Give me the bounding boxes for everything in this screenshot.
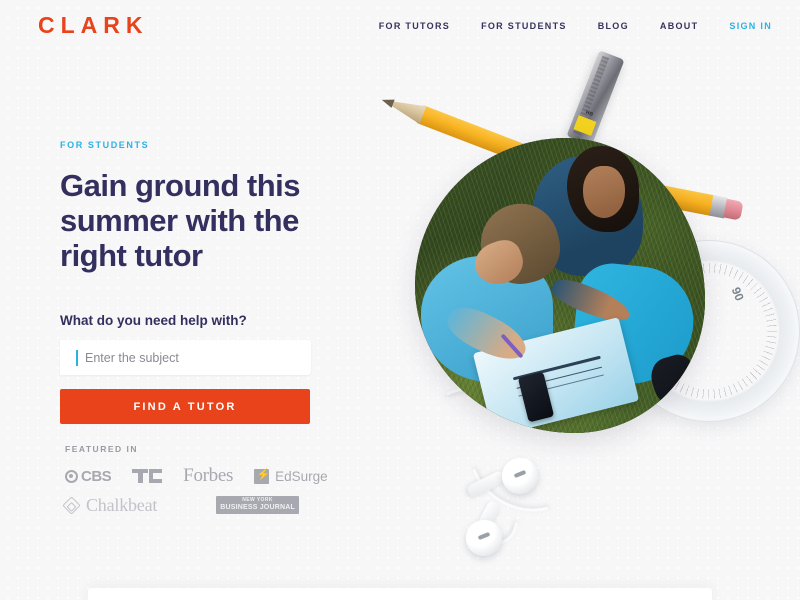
nav-item-blog[interactable]: BLOG	[598, 21, 629, 31]
protractor-degree-label: 90	[728, 285, 747, 303]
next-section-card	[88, 588, 712, 600]
featured-logo-row-2: Chalkbeat NEW YORK BUSINESS JOURNAL	[62, 494, 365, 516]
nybj-label-top: NEW YORK	[242, 496, 273, 503]
page-root: CLARK FOR TUTORS FOR STUDENTS BLOG ABOUT…	[0, 0, 800, 600]
logo-cbs[interactable]: CBS	[65, 467, 112, 485]
logo-new-york-business-journal[interactable]: NEW YORK BUSINESS JOURNAL	[216, 495, 299, 515]
pencil-wood-cone	[386, 93, 426, 124]
nav-item-about[interactable]: ABOUT	[660, 21, 699, 31]
logo-chalkbeat[interactable]: Chalkbeat	[62, 494, 158, 516]
pencil-b-eraser	[723, 198, 744, 221]
chalkbeat-label: Chalkbeat	[86, 494, 158, 515]
edsurge-bolt-icon	[254, 468, 270, 484]
logo-forbes[interactable]: Forbes	[183, 465, 233, 487]
subject-search-input[interactable]	[85, 340, 311, 376]
cbs-eye-icon	[65, 469, 78, 483]
featured-in-title: FEATURED IN	[65, 444, 139, 454]
nav-item-for-tutors[interactable]: FOR TUTORS	[379, 21, 450, 31]
chalkbeat-diamond-icon	[62, 495, 81, 515]
photo-tutor-face	[583, 166, 625, 218]
hero-eyebrow: FOR STUDENTS	[60, 140, 150, 150]
brand-logo[interactable]: CLARK	[38, 12, 149, 39]
featured-in-section: FEATURED IN CBS Forbes EdSurge Chalkbeat	[62, 444, 365, 524]
techcrunch-c-icon	[149, 469, 163, 483]
earbud-left	[502, 458, 538, 494]
featured-logo-row-1: CBS Forbes EdSurge	[65, 465, 365, 487]
nav-item-sign-in[interactable]: SIGN IN	[729, 21, 772, 31]
find-a-tutor-button[interactable]: FIND A TUTOR	[60, 389, 310, 425]
nav-item-for-students[interactable]: FOR STUDENTS	[481, 21, 567, 31]
nybj-label-bottom: BUSINESS JOURNAL	[220, 504, 295, 512]
earbud-right	[466, 520, 502, 556]
forbes-label: Forbes	[183, 465, 234, 486]
pencil-lead-tube-icon: HB	[566, 50, 625, 146]
hero-collage: HB 90	[370, 40, 800, 580]
logo-edsurge[interactable]: EdSurge	[254, 468, 328, 484]
hero-content: FOR STUDENTS Gain ground this summer wit…	[60, 140, 360, 425]
cbs-label: CBS	[81, 467, 112, 485]
edsurge-label: EdSurge	[275, 468, 328, 484]
text-cursor-icon	[76, 349, 78, 366]
techcrunch-t-icon	[132, 469, 149, 483]
search-field-wrapper[interactable]	[60, 340, 311, 376]
hero-headline: Gain ground this summer with the right t…	[60, 168, 301, 274]
hero-photo	[415, 138, 705, 433]
search-form-label: What do you need help with?	[60, 313, 247, 329]
logo-techcrunch[interactable]	[132, 469, 163, 483]
main-navigation: FOR TUTORS FOR STUDENTS BLOG ABOUT SIGN …	[379, 21, 772, 31]
